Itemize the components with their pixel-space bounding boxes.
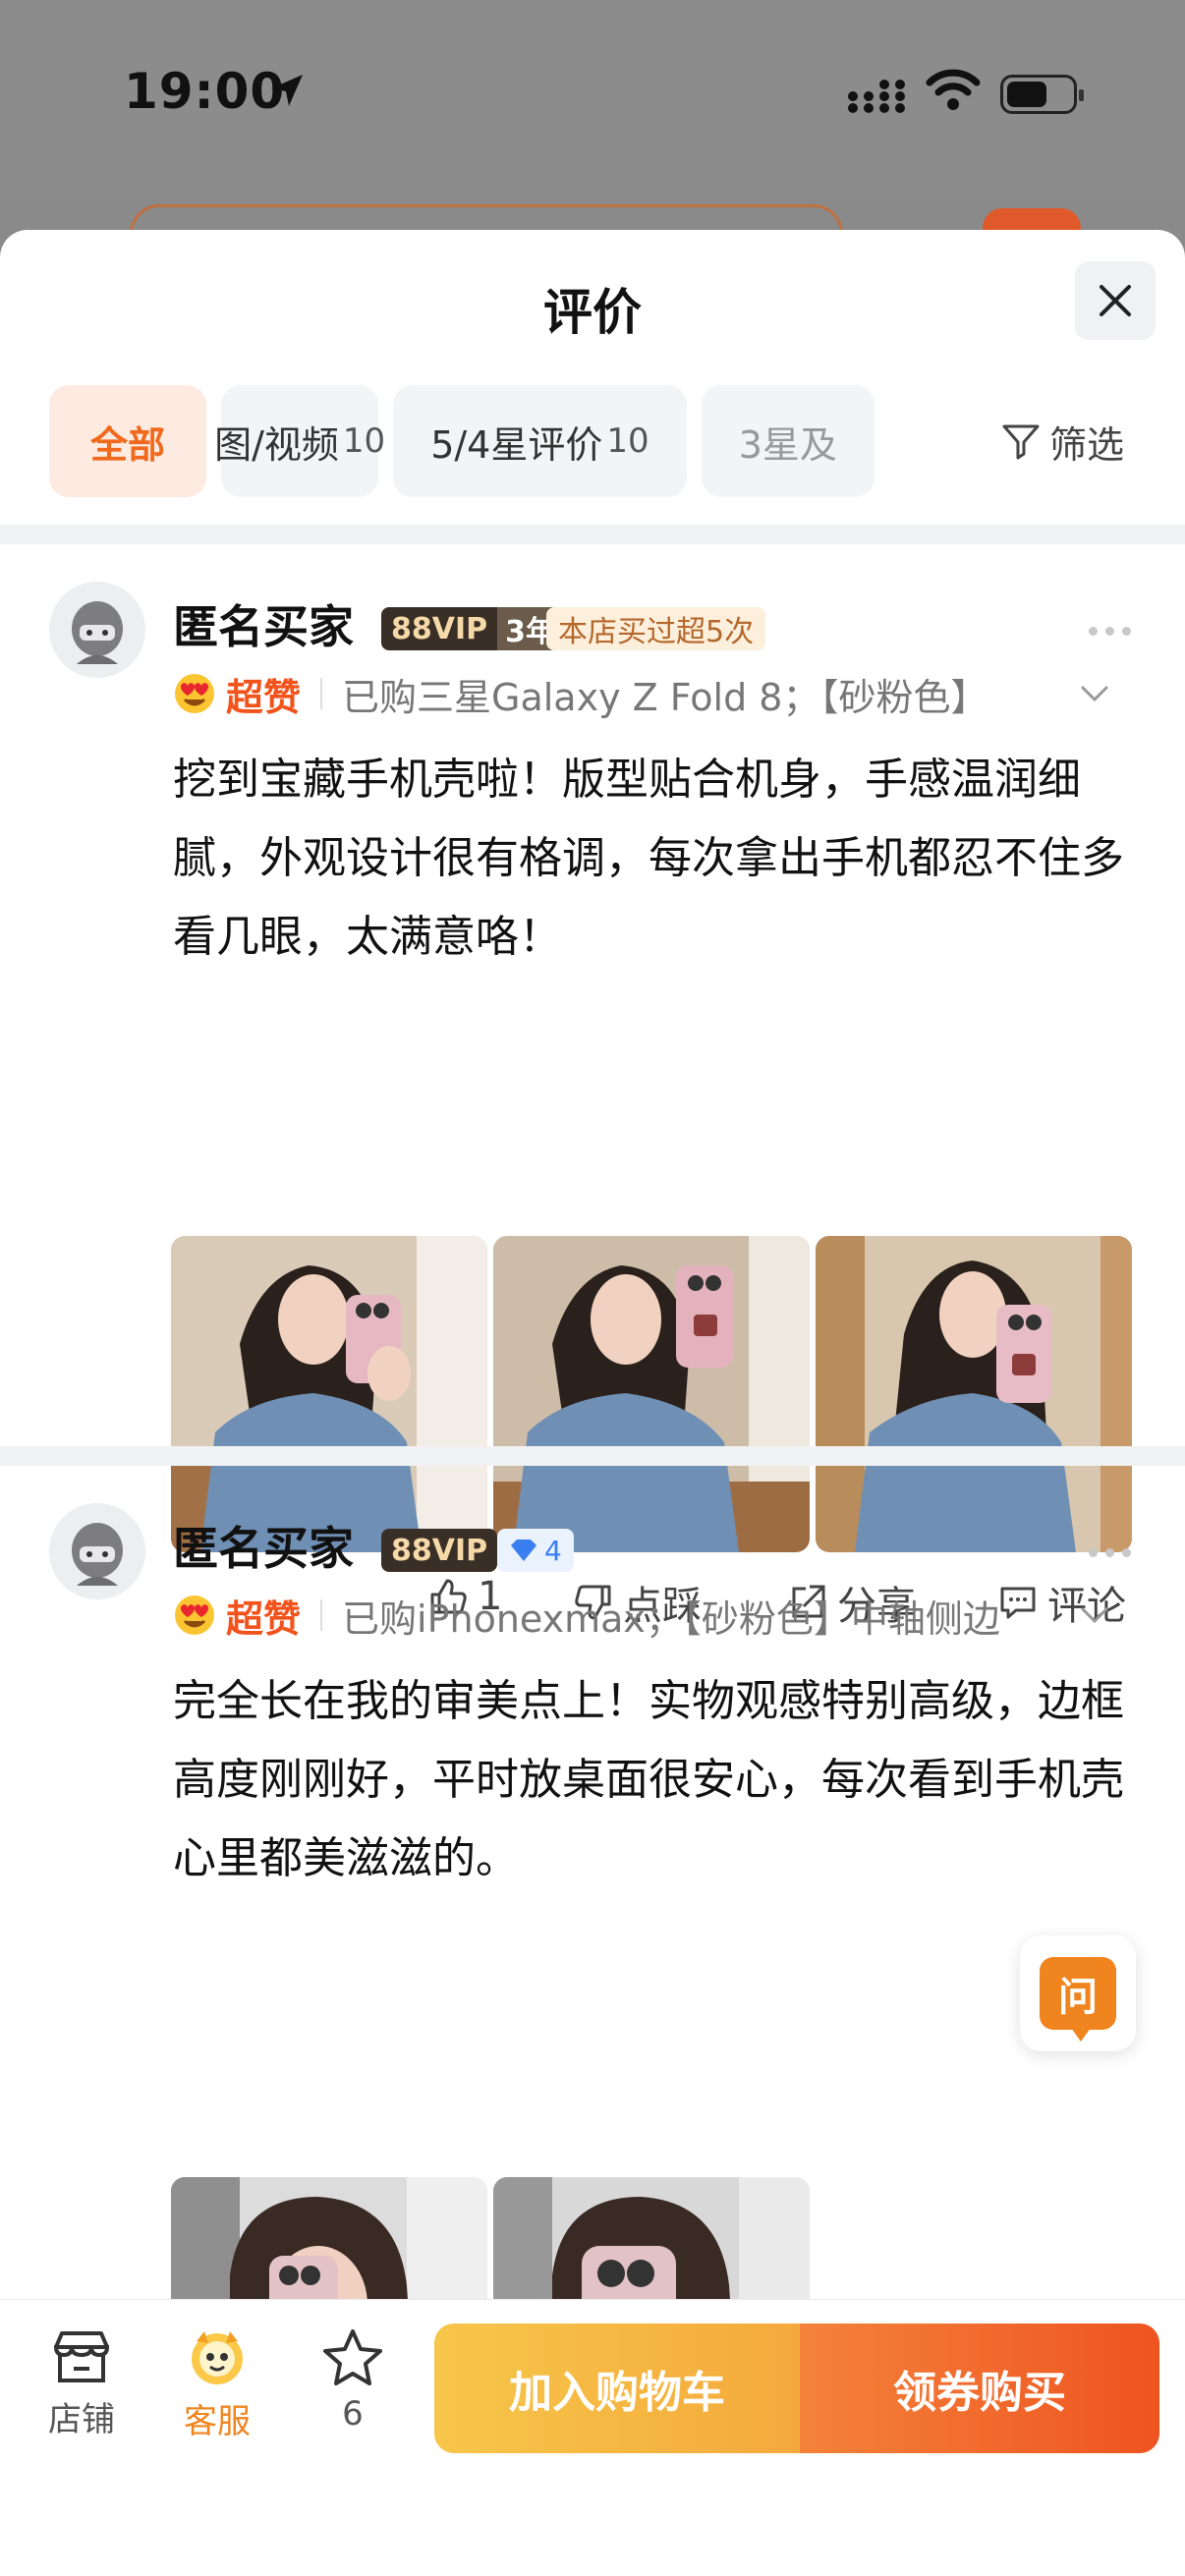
review-photo[interactable] xyxy=(171,1236,487,1552)
ask-question-button[interactable]: 问 xyxy=(1020,1935,1136,2051)
review-photo[interactable] xyxy=(816,1236,1132,1552)
diamond-icon xyxy=(511,1540,536,1561)
status-time: 19:00 xyxy=(124,63,286,120)
tab-5-4-star[interactable]: 5/4星评价 10 xyxy=(393,385,687,497)
vip-badge: 88VIP xyxy=(381,1529,498,1572)
tab-all[interactable]: 全部 xyxy=(49,385,206,497)
close-button[interactable] xyxy=(1075,261,1156,340)
avatar xyxy=(49,1503,145,1599)
sheet-title: 评价 xyxy=(543,284,642,341)
username: 匿名买家 xyxy=(173,600,354,653)
repeat-buyer-tag: 本店买过超5次 xyxy=(546,607,766,650)
filter-button[interactable]: 筛选 xyxy=(1000,407,1125,476)
heart-eyes-emoji-icon xyxy=(175,1596,214,1635)
chevron-down-icon[interactable] xyxy=(1079,1601,1110,1629)
tab-photo-video[interactable]: 图/视频 10 xyxy=(214,385,385,497)
divider xyxy=(0,525,1185,544)
tab-3-star[interactable]: 3星及 xyxy=(701,385,875,497)
rating-label: 超赞 xyxy=(226,675,302,719)
review-meta: 超赞 已购三星Galaxy Z Fold 8；【砂粉色】 xyxy=(173,666,1116,721)
ask-label: 问 xyxy=(1040,1957,1116,2042)
buy-with-coupon-button[interactable]: 领券购买 xyxy=(800,2324,1159,2453)
add-to-cart-button[interactable]: 加入购物车 xyxy=(434,2324,800,2453)
rating-label: 超赞 xyxy=(226,1596,302,1641)
location-arrow-icon xyxy=(271,75,303,106)
purchase-info: 已购三星Galaxy Z Fold 8；【砂粉色】 xyxy=(342,675,988,719)
heart-eyes-emoji-icon xyxy=(175,674,214,713)
vip-badge: 88VIP 3年 xyxy=(381,607,563,650)
store-icon xyxy=(53,2331,110,2382)
review-text: 完全长在我的审美点上！实物观感特别高级，边框高度刚刚好，平时放桌面很安心，每次看… xyxy=(173,1676,1124,1883)
username: 匿名买家 xyxy=(173,1522,354,1575)
review-text: 挖到宝藏手机壳啦！版型贴合机身，手感温润细腻，外观设计很有格调，每次拿出手机都忍… xyxy=(173,755,1124,962)
service-mascot-icon xyxy=(192,2331,243,2384)
review-sheet: 评价 全部 图/视频 10 5/4星评价 10 3星及 筛选 匿名买家 88VIP … xyxy=(0,230,1185,2576)
close-icon xyxy=(1100,285,1131,316)
funnel-icon xyxy=(1002,424,1040,460)
star-icon xyxy=(323,2329,382,2385)
battery-icon xyxy=(1000,75,1084,114)
wifi-icon xyxy=(926,69,981,110)
customer-service-button[interactable]: 客服 xyxy=(153,2327,281,2442)
divider xyxy=(0,1446,1185,1466)
more-icon[interactable] xyxy=(1089,1548,1131,1557)
signal-icon xyxy=(848,80,905,113)
review-photo[interactable] xyxy=(493,1236,810,1552)
more-icon[interactable] xyxy=(1089,627,1131,636)
review-meta: 超赞 已购iPhonexmax；【砂粉色】中轴侧边 xyxy=(173,1588,1116,1643)
favorite-button[interactable]: 6 xyxy=(289,2327,417,2434)
avatar xyxy=(49,582,145,678)
member-level-tag: 4 xyxy=(497,1529,574,1572)
bottom-action-bar: 店铺 客服 6 加入购物车 领券购买 xyxy=(0,2299,1185,2576)
review-images xyxy=(171,1236,1132,1552)
status-bar: 19:00 xyxy=(0,0,1185,263)
chevron-down-icon[interactable] xyxy=(1079,680,1110,707)
purchase-info: 已购iPhonexmax；【砂粉色】中轴侧边 xyxy=(342,1596,1000,1641)
shop-button[interactable]: 店铺 xyxy=(18,2327,145,2440)
